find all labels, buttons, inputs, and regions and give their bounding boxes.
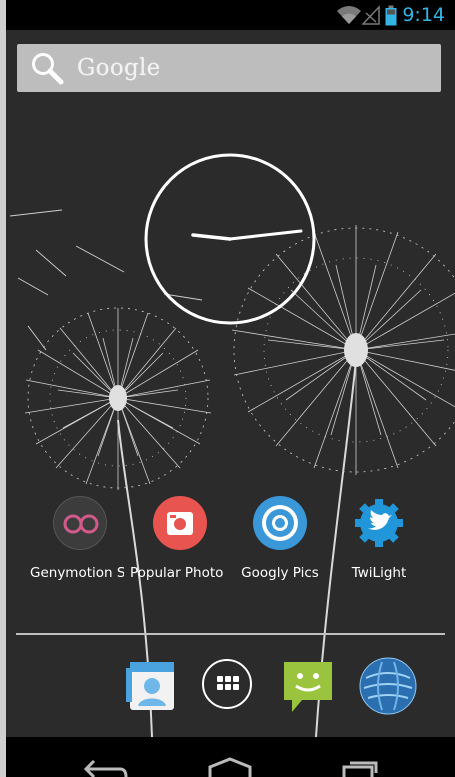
twitter-gear-icon — [352, 496, 406, 550]
genymotion-icon — [53, 496, 107, 550]
app-googly-pics[interactable]: Googly Pics — [230, 496, 330, 581]
chrome-icon — [253, 496, 307, 550]
search-icon — [32, 53, 64, 85]
app-label: TwiLight — [351, 565, 407, 581]
app-popular-photos[interactable]: Popular Photos — [130, 496, 230, 581]
all-apps-button[interactable] — [202, 659, 252, 709]
dock-divider — [16, 633, 445, 635]
clock-minute-hand — [228, 229, 303, 241]
messaging-icon[interactable] — [278, 656, 338, 716]
contacts-icon[interactable] — [122, 656, 180, 714]
search-input[interactable]: Google — [77, 55, 161, 81]
recent-apps-icon[interactable] — [332, 757, 380, 777]
app-genymotion-shell[interactable]: Genymotion Shell — [30, 496, 130, 581]
wifi-icon — [337, 6, 361, 24]
status-bar: 9:14 — [6, 0, 455, 30]
app-label: Googly Pics — [241, 565, 319, 581]
signal-icon — [362, 5, 380, 25]
home-screen[interactable]: Google Genymotion Shell Popular Photos — [6, 30, 455, 737]
analog-clock-widget[interactable] — [141, 150, 319, 328]
dandelion-wallpaper — [9, 209, 455, 737]
browser-icon[interactable] — [358, 656, 418, 716]
camera-icon — [153, 496, 207, 550]
clock-hour-hand — [191, 233, 232, 241]
app-label: Popular Photos — [130, 565, 224, 581]
app-twilight[interactable]: TwiLight — [329, 496, 429, 581]
google-search-bar[interactable]: Google — [17, 44, 441, 92]
navigation-bar — [6, 737, 455, 777]
home-icon[interactable] — [206, 757, 254, 777]
battery-icon — [385, 5, 397, 26]
phone-screen: 9:14 Google Genymotion S Popular Photos … — [0, 0, 455, 777]
app-label: Genymotion Shell — [30, 565, 124, 581]
clock-time: 9:14 — [402, 4, 445, 26]
back-icon[interactable] — [82, 757, 130, 777]
